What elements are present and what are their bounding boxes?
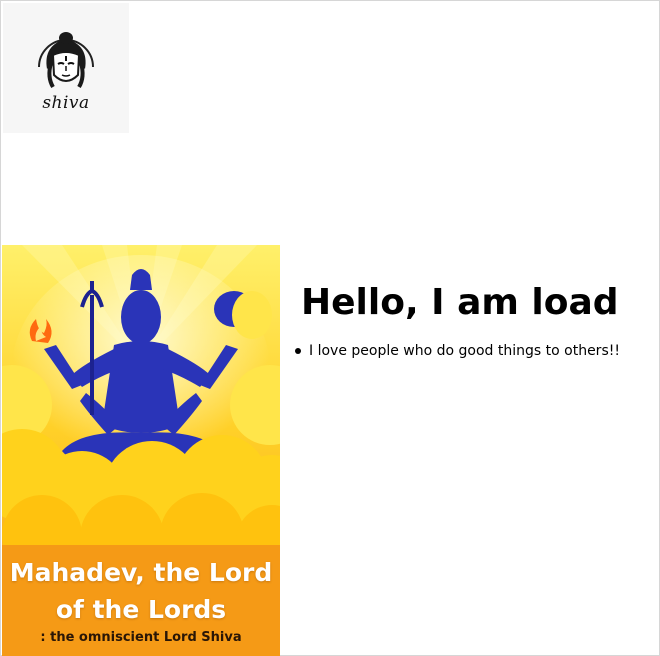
site-logo[interactable]: shiva — [3, 3, 129, 133]
poster-image: Mahadev, the Lord of the Lords : the omn… — [2, 245, 280, 656]
feature-list: I love people who do good things to othe… — [295, 343, 620, 359]
bullet-icon — [295, 348, 301, 354]
poster-title: Mahadev, the Lord of the Lords — [2, 554, 280, 628]
poster-title-line-1: Mahadev, the Lord — [9, 558, 273, 587]
list-item: I love people who do good things to othe… — [295, 343, 620, 359]
poster-title-line-2: of the Lords — [55, 595, 227, 624]
poster-subtitle: : the omniscient Lord Shiva — [40, 630, 242, 645]
logo-text: shiva — [42, 93, 90, 113]
page-heading: Hello, I am load — [301, 282, 619, 323]
page: shiva Mahadev, the Lord of the Lords: t… — [0, 0, 660, 656]
list-item-text: I love people who do good things to othe… — [309, 343, 620, 359]
shiva-face-icon — [38, 32, 94, 89]
